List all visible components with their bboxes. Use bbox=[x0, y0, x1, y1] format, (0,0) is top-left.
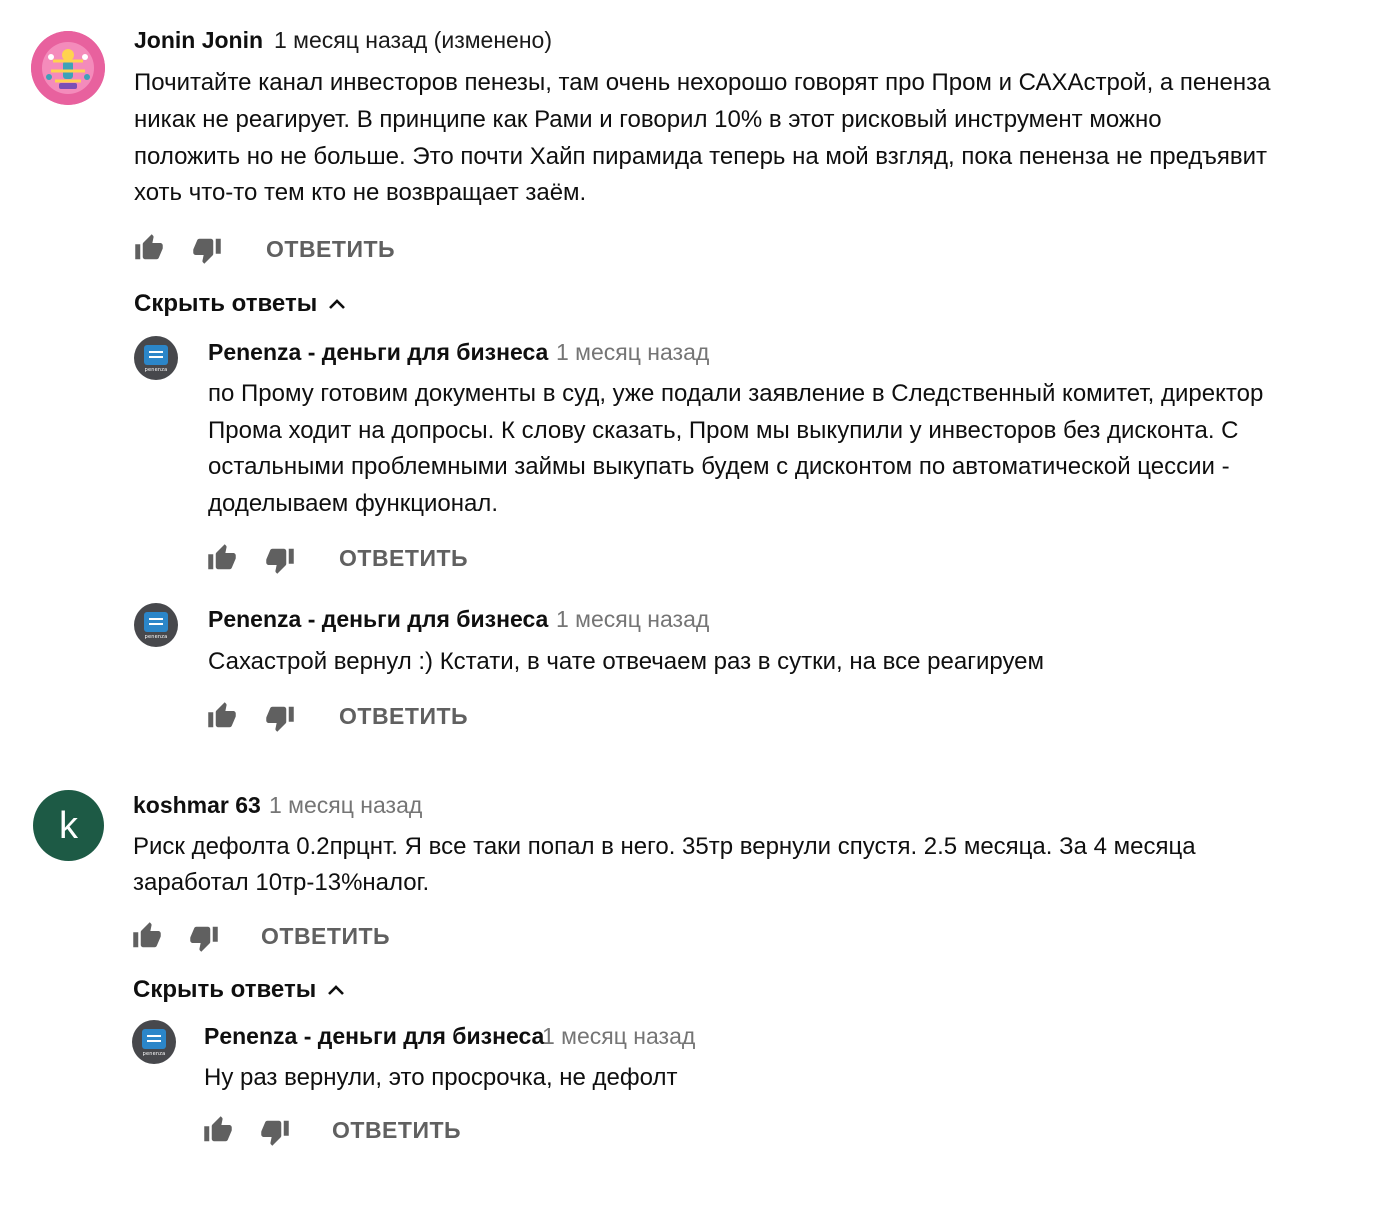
comment-text-line: Риск дефолта 0.2прцнт. Я все таки попал … bbox=[133, 833, 1196, 860]
reply-time[interactable]: 1 месяц назад bbox=[556, 339, 709, 366]
reply-text-line: Прома ходит на допросы. К слову сказать,… bbox=[208, 417, 1239, 444]
like-button[interactable] bbox=[207, 701, 237, 731]
hide-replies-label: Скрыть ответы bbox=[134, 290, 318, 317]
avatar-logo-text: penenza bbox=[142, 1051, 166, 1057]
reply-button[interactable]: ОТВЕТИТЬ bbox=[339, 545, 468, 572]
avatar[interactable] bbox=[31, 31, 105, 105]
thumb-down-icon bbox=[266, 548, 294, 574]
dislike-button[interactable] bbox=[260, 1117, 290, 1147]
like-button[interactable] bbox=[203, 1115, 233, 1145]
avatar-letter: k bbox=[59, 804, 78, 847]
dislike-button[interactable] bbox=[265, 545, 295, 575]
reply-author[interactable]: Penenza - деньги для бизнеса bbox=[204, 1023, 544, 1050]
reply-text-line: доделываем функционал. bbox=[208, 490, 498, 517]
penenza-logo-icon bbox=[142, 1029, 166, 1049]
thumb-up-icon bbox=[133, 922, 161, 948]
penenza-logo-icon bbox=[144, 612, 168, 632]
comment-time[interactable]: 1 месяц назад (изменено) bbox=[274, 27, 552, 54]
comment-author[interactable]: koshmar 63 bbox=[133, 792, 261, 819]
reply-text-line: по Прому готовим документы в суд, уже по… bbox=[208, 380, 1264, 407]
avatar-logo-text: penenza bbox=[144, 634, 168, 640]
hide-replies-toggle[interactable]: Скрыть ответы bbox=[133, 976, 346, 1004]
dislike-button[interactable] bbox=[189, 923, 219, 953]
reply-text-line: Ну раз вернули, это просрочка, не дефолт bbox=[204, 1064, 678, 1091]
thumb-up-icon bbox=[135, 234, 163, 260]
thumb-down-icon bbox=[261, 1120, 289, 1146]
reply-time[interactable]: 1 месяц назад bbox=[556, 606, 709, 633]
comment-text-line: Почитайте канал инвесторов пенезы, там о… bbox=[134, 69, 1271, 96]
reply-text-line: Сахастрой вернул :) Кстати, в чате отвеч… bbox=[208, 648, 1045, 675]
avatar-illustration bbox=[31, 31, 105, 105]
comment-text-line: никак не реагирует. В принципе как Рами … bbox=[134, 106, 1162, 133]
thumb-down-icon bbox=[190, 926, 218, 952]
avatar[interactable]: k bbox=[33, 790, 104, 861]
comment-time[interactable]: 1 месяц назад bbox=[269, 792, 422, 819]
avatar[interactable]: penenza bbox=[134, 603, 178, 647]
thumb-down-icon bbox=[193, 238, 221, 264]
comment-text-line: положить но не больше. Это почти Хайп пи… bbox=[134, 143, 1268, 170]
reply-author[interactable]: Penenza - деньги для бизнеса bbox=[208, 339, 548, 366]
reply-author[interactable]: Penenza - деньги для бизнеса bbox=[208, 606, 548, 633]
reply-button[interactable]: ОТВЕТИТЬ bbox=[339, 703, 468, 730]
like-button[interactable] bbox=[207, 543, 237, 573]
penenza-logo-icon bbox=[144, 345, 168, 365]
chevron-up-icon bbox=[328, 985, 345, 995]
avatar[interactable]: penenza bbox=[134, 336, 178, 380]
reply-button[interactable]: ОТВЕТИТЬ bbox=[266, 236, 395, 263]
avatar-logo-text: penenza bbox=[144, 367, 168, 373]
comment-text-line: заработал 10тр-13%налог. bbox=[133, 869, 430, 896]
comment-author[interactable]: Jonin Jonin bbox=[134, 27, 263, 54]
dislike-button[interactable] bbox=[265, 703, 295, 733]
reply-time[interactable]: 1 месяц назад bbox=[542, 1023, 695, 1050]
reply-text-line: остальными проблемными займы выкупать бу… bbox=[208, 453, 1230, 480]
like-button[interactable] bbox=[134, 233, 164, 263]
like-button[interactable] bbox=[132, 921, 162, 951]
reply-button[interactable]: ОТВЕТИТЬ bbox=[261, 923, 390, 950]
hide-replies-toggle[interactable]: Скрыть ответы bbox=[134, 290, 347, 318]
thumb-up-icon bbox=[208, 702, 236, 728]
reply-button[interactable]: ОТВЕТИТЬ bbox=[332, 1117, 461, 1144]
dislike-button[interactable] bbox=[192, 235, 222, 265]
comment-text-line: хоть что-то тем кто не возвращает заём. bbox=[134, 179, 587, 206]
thumb-up-icon bbox=[204, 1116, 232, 1142]
chevron-up-icon bbox=[329, 299, 346, 309]
thumb-up-icon bbox=[208, 544, 236, 570]
avatar[interactable]: penenza bbox=[132, 1020, 176, 1064]
thumb-down-icon bbox=[266, 706, 294, 732]
hide-replies-label: Скрыть ответы bbox=[133, 976, 317, 1003]
